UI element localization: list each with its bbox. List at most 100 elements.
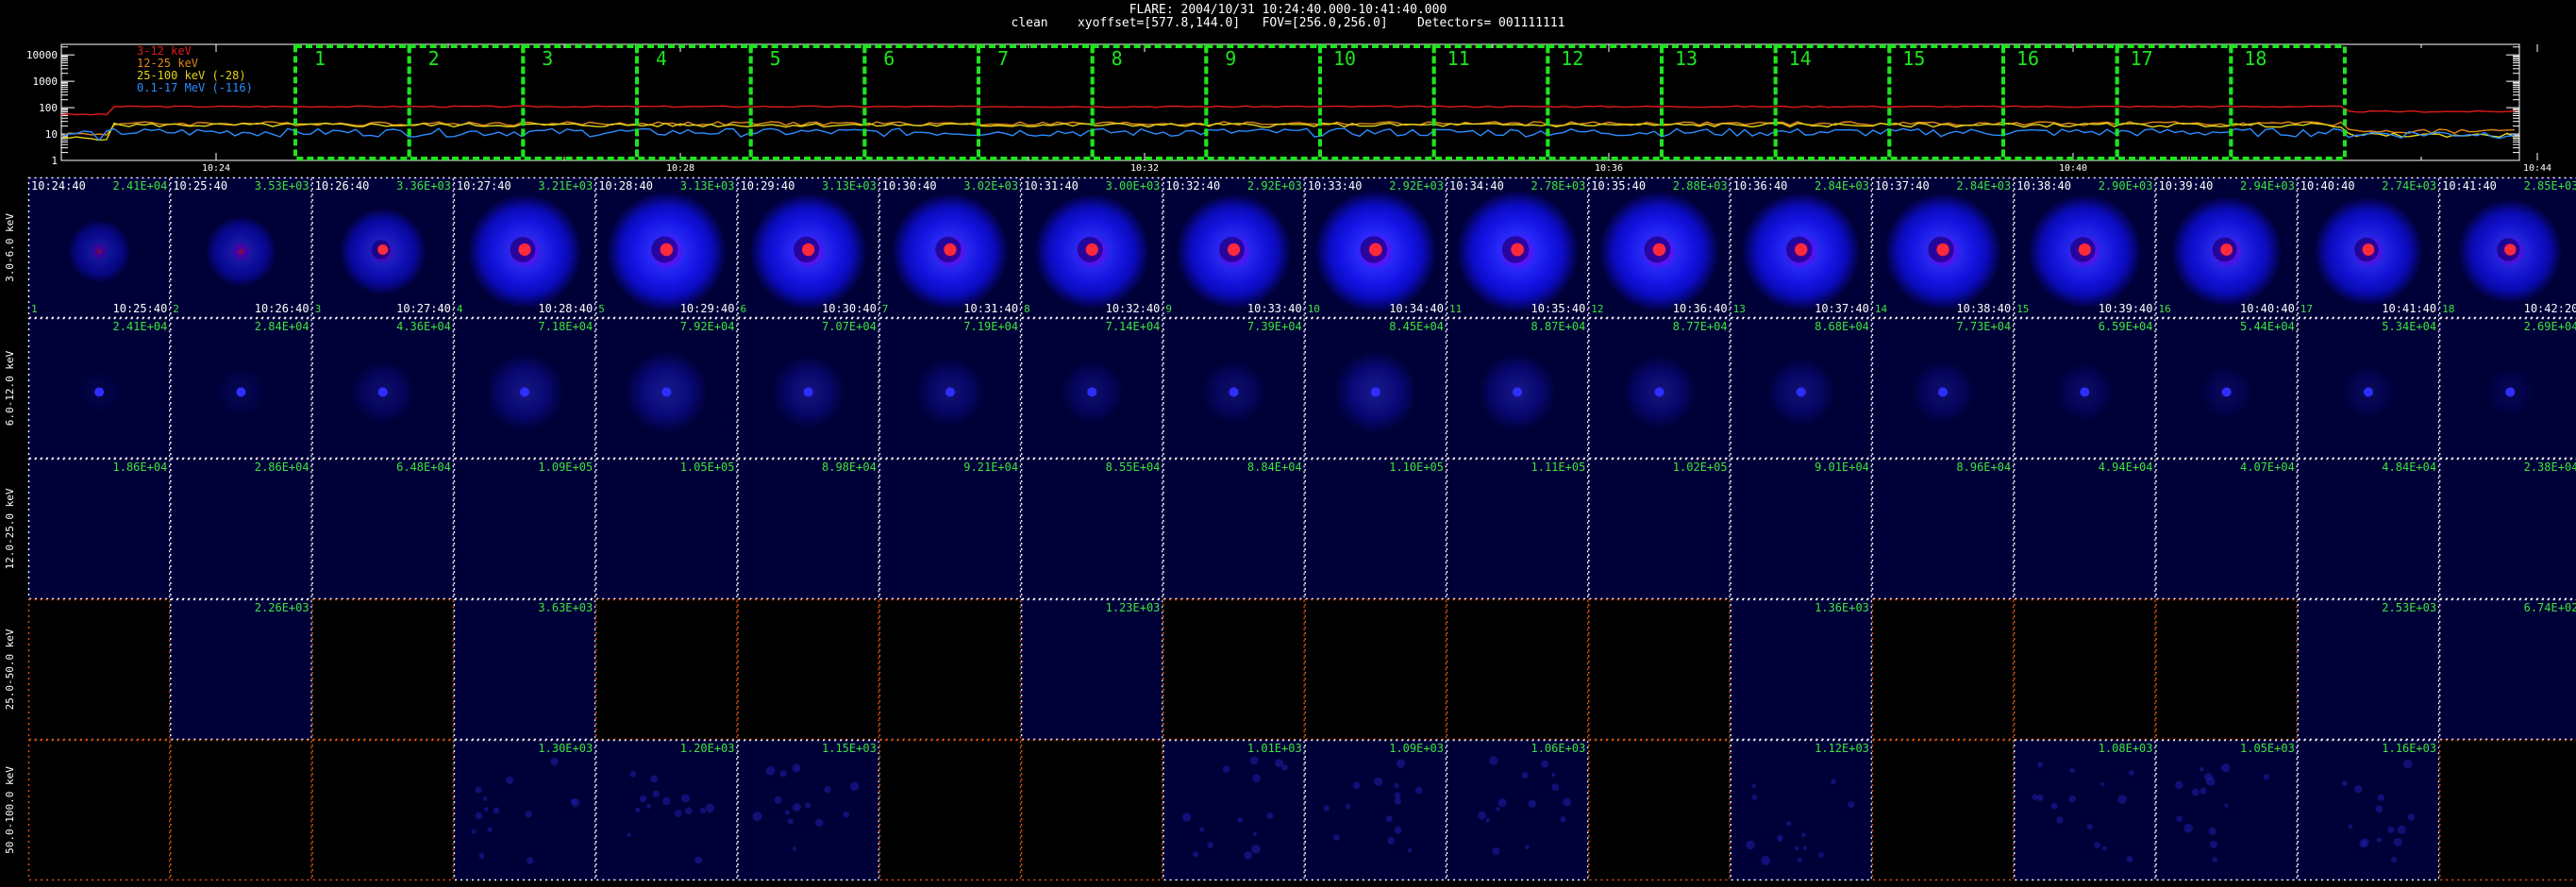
noise-speckle: [2393, 837, 2402, 846]
cell-peak-value: 3.21E+03: [538, 179, 593, 192]
x-tick-label: 10:24: [202, 163, 230, 173]
source-core: [1369, 243, 1382, 257]
image-cell: 8.87E+04: [1446, 317, 1589, 460]
noise-speckle: [1266, 812, 1274, 819]
noise-speckle: [792, 846, 797, 851]
cell-start-time: 10:31:40: [1024, 179, 1079, 192]
noise-speckle: [1794, 845, 1799, 851]
image-cell: [2438, 739, 2576, 881]
noise-speckle: [2407, 813, 2416, 821]
source-ring: [67, 220, 131, 283]
image-cell-bg: [170, 599, 312, 740]
cell-bin-number: 5: [598, 303, 605, 315]
image-cell-bg: [1304, 459, 1447, 599]
cell-start-time: 10:28:40: [598, 179, 653, 192]
noise-speckle: [1414, 786, 1423, 795]
image-cell-bg: [2439, 459, 2576, 599]
noise-speckle: [2176, 815, 2183, 823]
image-cell-bg: [1163, 459, 1305, 599]
cell-end-time: 10:42:20: [2524, 302, 2576, 315]
source-core: [518, 243, 531, 257]
series-line-4: [61, 127, 2516, 142]
cell-peak-value: 8.84E+04: [1247, 460, 1302, 474]
time-bin-box: [1204, 44, 1323, 160]
noise-speckle: [843, 811, 850, 818]
y-tick-label: 10: [45, 128, 58, 141]
noise-speckle: [629, 771, 637, 778]
cell-peak-value: 8.77E+04: [1673, 320, 1728, 333]
noise-speckle: [784, 810, 790, 815]
image-cell: 10:39:40 10:40:40 16 2.94E+03: [2155, 176, 2299, 319]
cell-peak-value: 9.01E+04: [1815, 460, 1869, 474]
image-cell: 10:25:40 10:26:40 2 3.53E+03: [170, 176, 312, 319]
y-tick-label: 1: [51, 155, 58, 167]
cell-peak-value: 8.68E+04: [1815, 320, 1869, 333]
legend-entry: 0.1-17 MeV (-116): [137, 81, 253, 94]
cell-peak-value: 3.36E+03: [396, 179, 451, 192]
cell-peak-value: 6.48E+04: [396, 460, 451, 474]
energy-band-label: 3.0-6.0 keV: [4, 213, 16, 282]
source-core: [802, 243, 815, 257]
image-cell: 1.10E+05: [1304, 458, 1447, 600]
noise-speckle: [1394, 826, 1402, 834]
cell-end-time: 10:28:40: [538, 302, 593, 315]
noise-speckle: [824, 786, 831, 794]
cell-bin-number: 10: [1308, 303, 1320, 315]
image-cell-bg: [2297, 459, 2440, 599]
image-cell-bg: [453, 599, 596, 740]
legend-entry: 12-25 keV: [137, 57, 198, 70]
noise-speckle: [849, 781, 860, 792]
noise-speckle: [1385, 815, 1393, 823]
image-cell: 1.16E+03: [2297, 739, 2440, 881]
cell-end-time: 10:27:40: [396, 302, 451, 315]
source-core: [1795, 243, 1808, 257]
noise-speckle: [1252, 831, 1258, 837]
image-cell: 10:32:40 10:33:40 9 2.92E+03: [1163, 176, 1305, 319]
cell-peak-value: 3.63E+03: [538, 601, 593, 614]
cell-peak-value: 8.96E+04: [1956, 460, 2011, 474]
time-bin-box: [293, 44, 411, 160]
noise-speckle: [2376, 837, 2382, 843]
noise-speckle: [1237, 816, 1244, 823]
noise-speckle: [2208, 827, 2216, 835]
cell-peak-value: 6.59E+04: [2099, 320, 2153, 333]
cell-bin-number: 6: [741, 303, 747, 315]
x-tick-label: 10:28: [666, 163, 694, 173]
noise-speckle: [1761, 855, 1771, 865]
noise-speckle: [2348, 824, 2353, 829]
source-dot: [945, 387, 955, 397]
image-cell: 10:36:40 10:37:40 13 2.84E+03: [1730, 176, 1873, 319]
image-cell: 1.08E+03: [2013, 739, 2156, 881]
noise-speckle: [765, 766, 776, 776]
source-dot: [1229, 387, 1239, 397]
noise-speckle: [1478, 811, 1486, 820]
noise-speckle: [1485, 818, 1490, 823]
cell-peak-value: 2.88E+03: [1673, 179, 1728, 192]
image-cell: 1.20E+03: [594, 739, 738, 881]
image-cell: 6.74E+02: [2438, 598, 2576, 741]
image-cell: 8.98E+04: [737, 458, 880, 600]
x-tick-label: 10:32: [1130, 163, 1159, 173]
noise-speckle: [2128, 769, 2134, 777]
image-cell: [878, 739, 1022, 881]
cell-peak-value: 7.39E+04: [1247, 320, 1302, 333]
image-cell: 1.86E+04: [27, 458, 171, 600]
noise-speckle: [1831, 778, 1836, 785]
image-cell: 8.68E+04: [1730, 317, 1873, 460]
time-bin-label: 12: [1561, 47, 1583, 70]
image-cell: 7.14E+04: [1020, 317, 1163, 460]
time-bin-box: [407, 44, 526, 160]
source-core: [2078, 243, 2091, 257]
cell-peak-value: 2.41E+04: [113, 320, 168, 333]
noise-speckle: [2212, 857, 2217, 862]
noise-speckle: [1323, 805, 1330, 812]
time-bin-label: 5: [770, 47, 781, 70]
noise-speckle: [2360, 838, 2369, 847]
noise-speckle: [493, 807, 500, 814]
cell-start-time: 10:41:40: [2442, 179, 2497, 192]
noise-speckle: [2403, 759, 2413, 769]
image-cell: 10:24:40 10:25:40 1 2.41E+04: [27, 176, 171, 319]
source-core: [1227, 243, 1241, 257]
noise-speckle: [1521, 772, 1529, 778]
source-dot: [520, 387, 530, 397]
